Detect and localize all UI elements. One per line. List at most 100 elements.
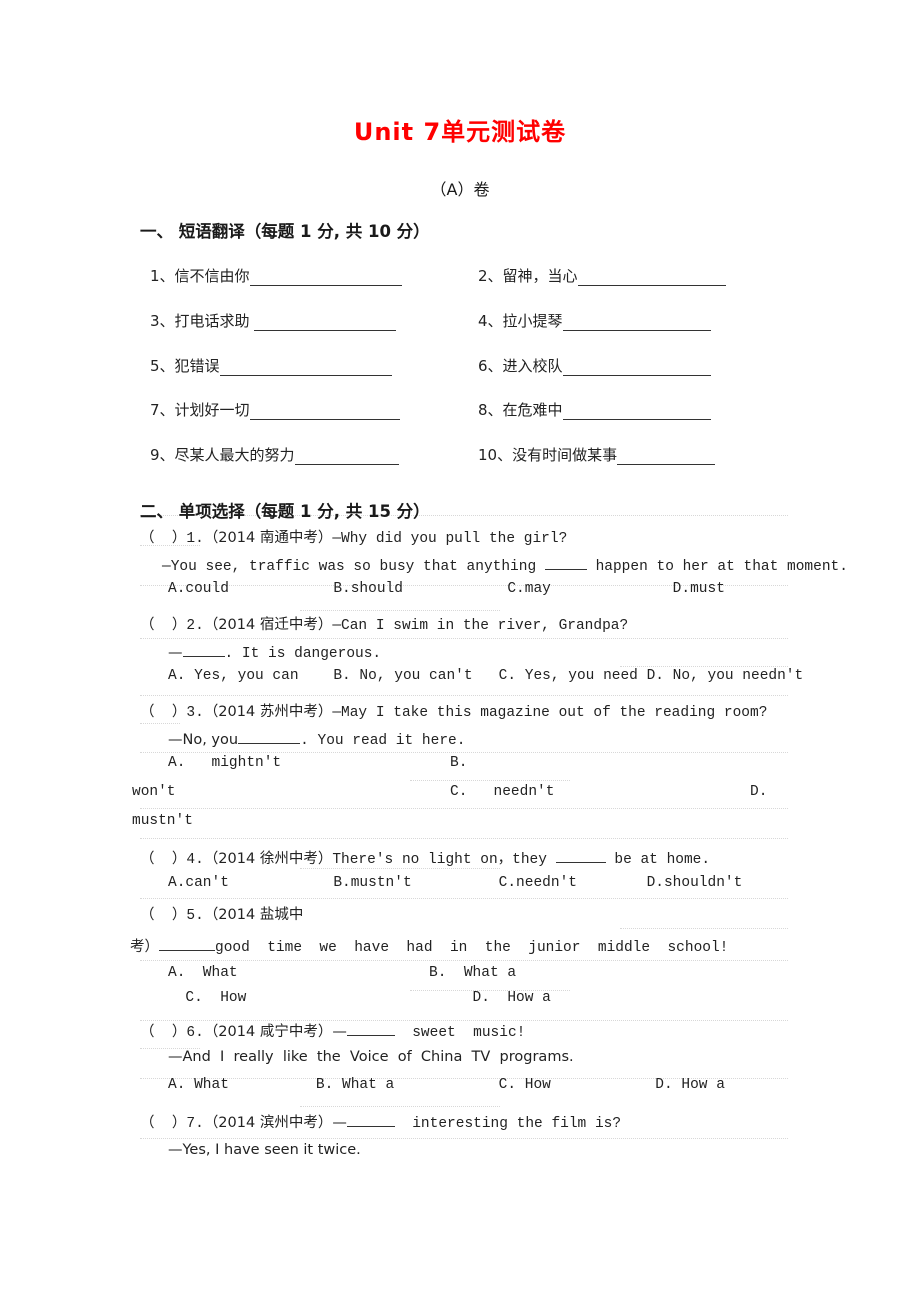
question-7-stema: —	[332, 1115, 347, 1131]
question-3-stem: —May I take this magazine out of the rea…	[332, 705, 768, 721]
question-4-answer-bracket[interactable]: （ ）4.	[140, 852, 204, 868]
question-6-stemb: sweet music!	[394, 1025, 526, 1041]
translate-item-8-blank[interactable]	[562, 405, 711, 420]
translate-item-6-num: 6、	[478, 357, 503, 375]
translate-item-5-blank[interactable]	[219, 361, 392, 376]
translate-item-7-blank[interactable]	[249, 405, 400, 420]
question-2-blank[interactable]	[182, 643, 225, 657]
question-2-answer-bracket[interactable]: （ ）2.	[140, 618, 204, 634]
question-3-answer-bracket[interactable]: （ ）3.	[140, 705, 204, 721]
translate-item-1-num: 1、	[150, 267, 175, 285]
translate-item-9: 9、尽某人最大的努力	[150, 444, 399, 465]
question-6: （ ）6.（2014 咸宁中考）— sweet music! —And I re…	[140, 1022, 800, 1095]
translate-item-9-text: 尽某人最大的努力	[174, 446, 295, 464]
question-7-blank[interactable]	[346, 1113, 395, 1127]
question-4-stemb: be at home.	[605, 852, 711, 868]
question-3-option-d-cont[interactable]: mustn't	[132, 814, 792, 829]
question-7-stem-line: （ ）7.（2014 滨州中考）— interesting the film i…	[140, 1113, 800, 1132]
translate-item-1-blank[interactable]	[249, 271, 402, 286]
question-3-stem-line-2: —No, you . You read it here.	[168, 730, 828, 749]
translate-item-3-text: 打电话求助	[174, 312, 255, 330]
translate-item-10-text: 没有时间做某事	[512, 446, 618, 464]
question-6-stem2: —And I really like the Voice of China TV…	[168, 1049, 574, 1065]
question-4-stema: There's no light on，they	[332, 852, 556, 868]
section-two-heading: 二、 单项选择（每题 1 分, 共 15 分）	[140, 502, 430, 521]
translate-item-8-num: 8、	[478, 401, 503, 419]
paper-version-label: （A）卷	[430, 180, 490, 199]
question-5-stem-line: （ ）5.（2014 盐城中	[140, 908, 800, 924]
question-6-stema: —	[332, 1024, 347, 1040]
translate-item-4-blank[interactable]	[562, 316, 711, 331]
question-3-option-b[interactable]: B.	[450, 756, 920, 771]
question-3-source: （2014 苏州中考）	[203, 704, 333, 720]
question-2: （ ）2.（2014 宿迁中考）—Can I swim in the river…	[140, 618, 803, 691]
translate-item-4: 4、拉小提琴	[478, 310, 711, 331]
translate-item-5: 5、犯错误	[150, 355, 392, 376]
question-1-stem-line-2: —You see, traffic was so busy that anyth…	[162, 556, 848, 575]
exam-page: Unit 7单元测试卷 （A）卷 一、 短语翻译（每题 1 分, 共 10 分）…	[0, 0, 920, 1302]
translate-item-5-num: 5、	[150, 357, 175, 375]
translate-item-2-num: 2、	[478, 267, 503, 285]
translate-item-6-blank[interactable]	[562, 361, 711, 376]
question-1-stem: —Why did you pull the girl?	[332, 531, 568, 547]
translate-item-10-blank[interactable]	[617, 450, 716, 465]
question-2-stem-line: （ ）2.（2014 宿迁中考）—Can I swim in the river…	[140, 618, 800, 634]
question-6-stem-line-2: —And I really like the Voice of China TV…	[168, 1050, 828, 1066]
question-5-blank[interactable]	[159, 937, 215, 951]
translate-item-1: 1、信不信由你	[150, 265, 402, 286]
question-5-source-part2: 考）	[130, 939, 159, 955]
translate-item-6-text: 进入校队	[502, 357, 563, 375]
question-3-stem2a: —No, you	[168, 732, 239, 748]
question-5-options-ab[interactable]: A. What B. What a	[168, 966, 828, 981]
question-7-source: （2014 滨州中考）	[203, 1115, 333, 1131]
translate-item-2-text: 留神，当心	[502, 267, 578, 285]
translate-item-10: 10、没有时间做某事	[478, 444, 716, 465]
page-title-text: Unit 7单元测试卷	[353, 118, 567, 146]
question-1-options[interactable]: A.could B.should C.may D.must	[168, 582, 828, 597]
question-3-option-d[interactable]: D.	[750, 785, 920, 800]
question-1-blank[interactable]	[544, 556, 587, 570]
question-7-stem2: —Yes, I have seen it twice.	[168, 1142, 361, 1158]
question-4-blank[interactable]	[555, 849, 606, 863]
translate-item-3-blank[interactable]	[254, 316, 397, 331]
translate-item-9-blank[interactable]	[294, 450, 399, 465]
question-1-source: （2014 南通中考）	[203, 530, 333, 546]
question-2-options[interactable]: A. Yes, you can B. No, you can't C. Yes,…	[168, 669, 828, 684]
translate-item-7-num: 7、	[150, 401, 175, 419]
question-6-answer-bracket[interactable]: （ ）6.	[140, 1025, 204, 1041]
question-1-answer-bracket[interactable]: （ ）1.	[140, 531, 204, 547]
translate-item-4-num: 4、	[478, 312, 503, 330]
question-3-stem-line: （ ）3.（2014 苏州中考）—May I take this magazin…	[140, 705, 800, 721]
question-7-answer-bracket[interactable]: （ ）7.	[140, 1116, 204, 1132]
translate-item-7: 7、计划好一切	[150, 399, 400, 420]
translate-item-6: 6、进入校队	[478, 355, 711, 376]
translate-item-9-num: 9、	[150, 446, 175, 464]
translate-item-2: 2、留神，当心	[478, 265, 726, 286]
question-1: （ ）1.（2014 南通中考）—Why did you pull the gi…	[140, 530, 848, 604]
question-5-answer-bracket[interactable]: （ ）5.	[140, 908, 204, 924]
question-4-options[interactable]: A.can't B.mustn't C.needn't D.shouldn't	[168, 876, 828, 891]
translate-item-3: 3、打电话求助	[150, 310, 397, 331]
translate-item-8: 8、在危难中	[478, 399, 711, 420]
question-5: （ ）5.（2014 盐城中 考） good time we have had i…	[130, 908, 800, 1005]
question-4: （ ）4.（2014 徐州中考）There's no light on，they…	[140, 849, 800, 907]
question-5-options-cd[interactable]: C. How D. How a	[168, 991, 828, 1006]
translate-item-7-text: 计划好一切	[174, 401, 250, 419]
question-1-stem2b: happen to her at that moment.	[586, 559, 848, 575]
translate-item-4-text: 拉小提琴	[502, 312, 563, 330]
question-2-stem2b: . It is dangerous.	[224, 646, 382, 662]
question-6-stem-line: （ ）6.（2014 咸宁中考）— sweet music!	[140, 1022, 800, 1041]
translate-item-10-num: 10、	[478, 446, 513, 464]
translate-item-8-text: 在危难中	[502, 401, 563, 419]
question-3-blank[interactable]	[238, 730, 301, 744]
page-title: Unit 7单元测试卷	[0, 112, 920, 147]
question-2-stem: —Can I swim in the river, Grandpa?	[332, 618, 629, 634]
translate-item-2-blank[interactable]	[577, 271, 726, 286]
question-1-stem2a: —You see, traffic was so busy that anyth…	[162, 559, 545, 575]
question-3-stem2b: . You read it here.	[300, 733, 466, 749]
translate-item-3-num: 3、	[150, 312, 175, 330]
question-2-source: （2014 宿迁中考）	[203, 617, 333, 633]
translate-item-5-text: 犯错误	[174, 357, 220, 375]
question-6-options[interactable]: A. What B. What a C. How D. How a	[168, 1078, 828, 1093]
question-6-blank[interactable]	[346, 1022, 395, 1036]
